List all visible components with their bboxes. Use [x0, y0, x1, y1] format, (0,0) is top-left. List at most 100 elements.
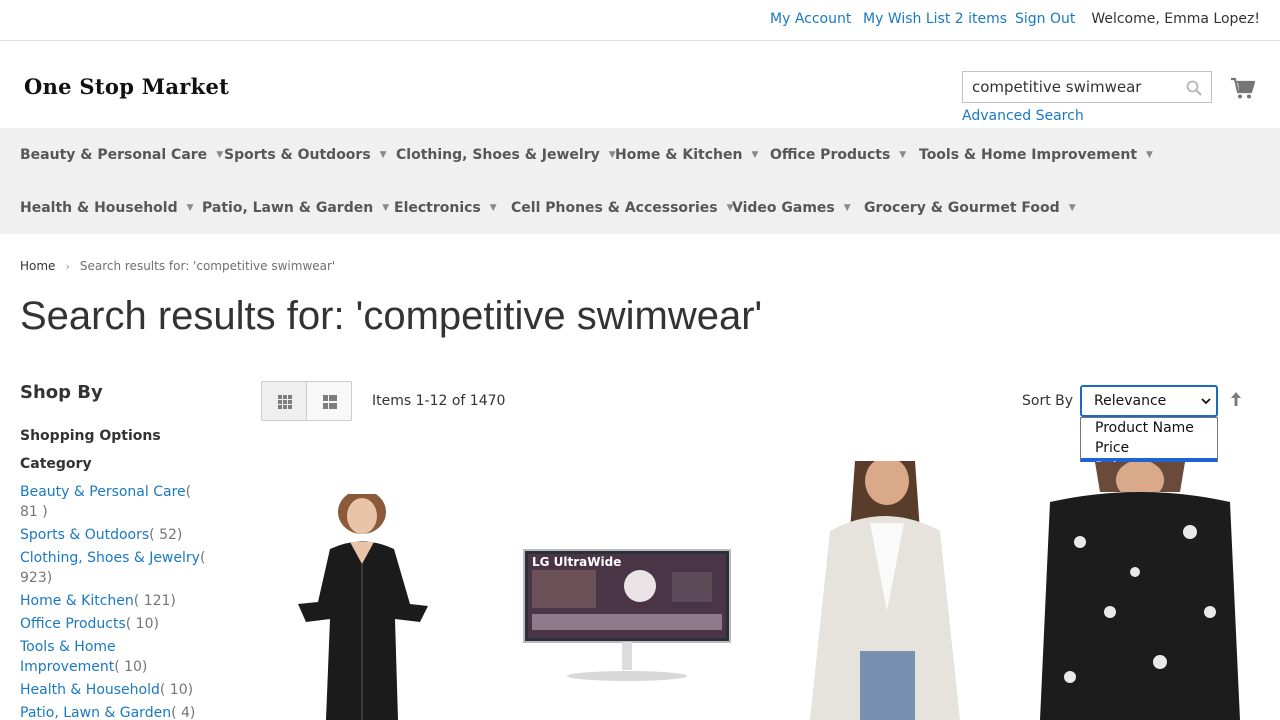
nav-item-clothing[interactable]: Clothing, Shoes & Jewelry ▼ [396, 147, 616, 163]
nav-item-label: Cell Phones & Accessories [511, 200, 718, 216]
chevron-down-icon: ▼ [379, 150, 387, 160]
store-logo[interactable]: One Stop Market [24, 74, 229, 99]
nav-item-label: Electronics [394, 200, 481, 216]
breadcrumb: Home › Search results for: 'competitive sw… [20, 259, 335, 273]
monitor-brand-text: LG UltraWide [532, 555, 621, 569]
nav-item-beauty[interactable]: Beauty & Personal Care ▼ [20, 147, 223, 163]
category-nav: Beauty & Personal Care ▼ Sports & Outdoor… [0, 128, 1280, 234]
sort-option-price[interactable]: Price [1081, 438, 1217, 458]
search-box [962, 71, 1212, 103]
category-filter-item: Patio, Lawn & Garden( 4) [20, 703, 210, 720]
top-header-bar: My Account My Wish List 2 items Sign Out… [0, 0, 1280, 41]
category-name: Tools & Home Improvement [20, 639, 116, 675]
sign-out-link[interactable]: Sign Out [1015, 11, 1075, 27]
category-filter-link[interactable]: Beauty & Personal Care( 81 ) [20, 484, 191, 520]
product-image-leather-jacket[interactable] [290, 494, 435, 720]
cart-icon[interactable] [1230, 76, 1256, 100]
nav-item-grocery[interactable]: Grocery & Gourmet Food ▼ [864, 200, 1076, 216]
nav-item-tools[interactable]: Tools & Home Improvement ▼ [919, 147, 1153, 163]
nav-item-label: Home & Kitchen [615, 147, 743, 163]
nav-item-office[interactable]: Office Products ▼ [770, 147, 906, 163]
chevron-down-icon: ▼ [382, 203, 390, 213]
product-image-floral-tshirt[interactable] [1040, 462, 1240, 720]
items-count: Items 1-12 of 1470 [372, 393, 506, 409]
nav-item-sports[interactable]: Sports & Outdoors ▼ [224, 147, 387, 163]
chevron-down-icon: ▼ [899, 150, 907, 160]
grid-icon [278, 395, 292, 409]
category-name: Office Products [20, 616, 126, 632]
category-count: ( 10) [125, 616, 159, 632]
category-filter-list: Beauty & Personal Care( 81 ) Sports & Ou… [20, 482, 210, 720]
sort-option-product-name[interactable]: Product Name [1081, 418, 1217, 438]
category-count: ( 10) [159, 682, 194, 698]
category-name: Health & Household [20, 682, 160, 698]
category-filter-item: Clothing, Shoes & Jewelry( 923) [20, 548, 210, 588]
grid-view-button[interactable] [261, 381, 307, 421]
search-icon[interactable] [1185, 79, 1203, 97]
category-count: ( 10) [114, 659, 148, 675]
sort-direction-arrow-icon[interactable] [1229, 391, 1243, 407]
shopping-options-heading: Shopping Options [20, 428, 161, 444]
sort-by-select[interactable]: Relevance [1080, 385, 1218, 417]
wish-list-link[interactable]: My Wish List 2 items [863, 11, 1007, 27]
category-filter-item: Health & Household( 10) [20, 680, 210, 700]
nav-item-label: Grocery & Gourmet Food [864, 200, 1060, 216]
category-name: Beauty & Personal Care [20, 484, 186, 500]
nav-item-label: Office Products [770, 147, 891, 163]
page-title: Search results for: 'competitive swimwea… [20, 294, 763, 338]
category-filter-item: Home & Kitchen( 121) [20, 591, 210, 611]
chevron-down-icon: ▼ [1146, 150, 1153, 160]
category-filter-item: Sports & Outdoors( 52) [20, 525, 210, 545]
product-image-knit-cardigan[interactable] [800, 461, 970, 720]
category-name: Home & Kitchen [20, 593, 134, 609]
chevron-down-icon: ▼ [489, 203, 497, 213]
breadcrumb-current: Search results for: 'competitive swimwea… [79, 259, 336, 273]
shop-by-heading: Shop By [20, 382, 103, 403]
nav-item-label: Health & Household [20, 200, 178, 216]
chevron-down-icon: ▼ [843, 203, 851, 213]
search-input[interactable] [963, 72, 1178, 102]
category-filter-link[interactable]: Home & Kitchen( 121) [20, 593, 176, 609]
product-image-lg-monitor[interactable]: LG UltraWide [522, 548, 732, 684]
nav-item-patio[interactable]: Patio, Lawn & Garden ▼ [202, 200, 389, 216]
nav-item-label: Beauty & Personal Care [20, 147, 208, 163]
category-filter-heading: Category [20, 456, 92, 472]
nav-item-home-kitchen[interactable]: Home & Kitchen ▼ [615, 147, 758, 163]
category-count: ( 52) [149, 527, 183, 543]
sort-selected-value: Relevance [1094, 393, 1167, 409]
category-filter-link[interactable]: Patio, Lawn & Garden( 4) [20, 705, 195, 720]
chevron-down-icon: ▼ [751, 150, 759, 160]
category-count: ( 4) [171, 705, 196, 720]
nav-item-label: Clothing, Shoes & Jewelry [396, 147, 600, 163]
category-filter-link[interactable]: Office Products( 10) [20, 616, 159, 632]
nav-item-label: Patio, Lawn & Garden [202, 200, 374, 216]
category-name: Clothing, Shoes & Jewelry [20, 550, 200, 566]
advanced-search-link[interactable]: Advanced Search [962, 108, 1084, 124]
breadcrumb-home[interactable]: Home [20, 259, 55, 273]
list-icon [323, 395, 337, 409]
category-filter-item: Tools & Home Improvement( 10) [20, 637, 210, 677]
nav-item-electronics[interactable]: Electronics ▼ [394, 200, 497, 216]
nav-item-label: Video Games [732, 200, 835, 216]
category-name: Patio, Lawn & Garden [20, 705, 172, 720]
my-account-link[interactable]: My Account [770, 11, 851, 27]
chevron-down-icon: ▼ [1068, 203, 1076, 213]
category-filter-item: Office Products( 10) [20, 614, 210, 634]
nav-item-label: Sports & Outdoors [224, 147, 371, 163]
category-filter-link[interactable]: Clothing, Shoes & Jewelry( 923) [20, 550, 205, 586]
chevron-down-icon: ▼ [186, 203, 194, 213]
category-filter-link[interactable]: Tools & Home Improvement( 10) [20, 639, 147, 675]
chevron-right-icon: › [65, 260, 70, 273]
nav-item-video-games[interactable]: Video Games ▼ [732, 200, 851, 216]
category-filter-item: Beauty & Personal Care( 81 ) [20, 482, 210, 522]
category-name: Sports & Outdoors [20, 527, 150, 543]
welcome-message: Welcome, Emma Lopez! [1091, 11, 1260, 27]
category-filter-link[interactable]: Sports & Outdoors( 52) [20, 527, 182, 543]
sort-by-label: Sort By [1022, 393, 1074, 409]
nav-item-health[interactable]: Health & Household ▼ [20, 200, 194, 216]
list-view-button[interactable] [306, 381, 352, 421]
category-count: ( 121) [133, 593, 176, 609]
chevron-down-icon: ▼ [216, 150, 224, 160]
nav-item-cell-phones[interactable]: Cell Phones & Accessories ▼ [511, 200, 734, 216]
category-filter-link[interactable]: Health & Household( 10) [20, 682, 193, 698]
